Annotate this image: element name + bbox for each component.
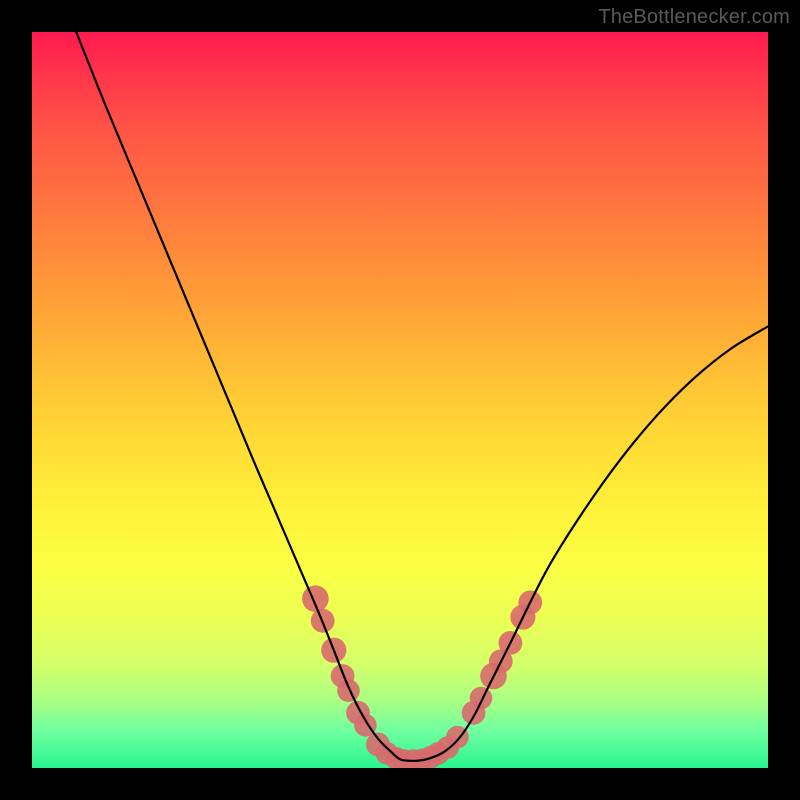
curve-marker xyxy=(337,679,360,702)
curve-marker xyxy=(470,687,493,710)
chart-svg xyxy=(32,32,768,768)
chart-frame: TheBottlenecker.com xyxy=(0,0,800,800)
bottleneck-curve xyxy=(76,32,768,761)
watermark-text: TheBottlenecker.com xyxy=(598,6,790,29)
marker-layer xyxy=(302,585,542,768)
curve-marker xyxy=(302,585,329,612)
plot-area xyxy=(32,32,768,768)
